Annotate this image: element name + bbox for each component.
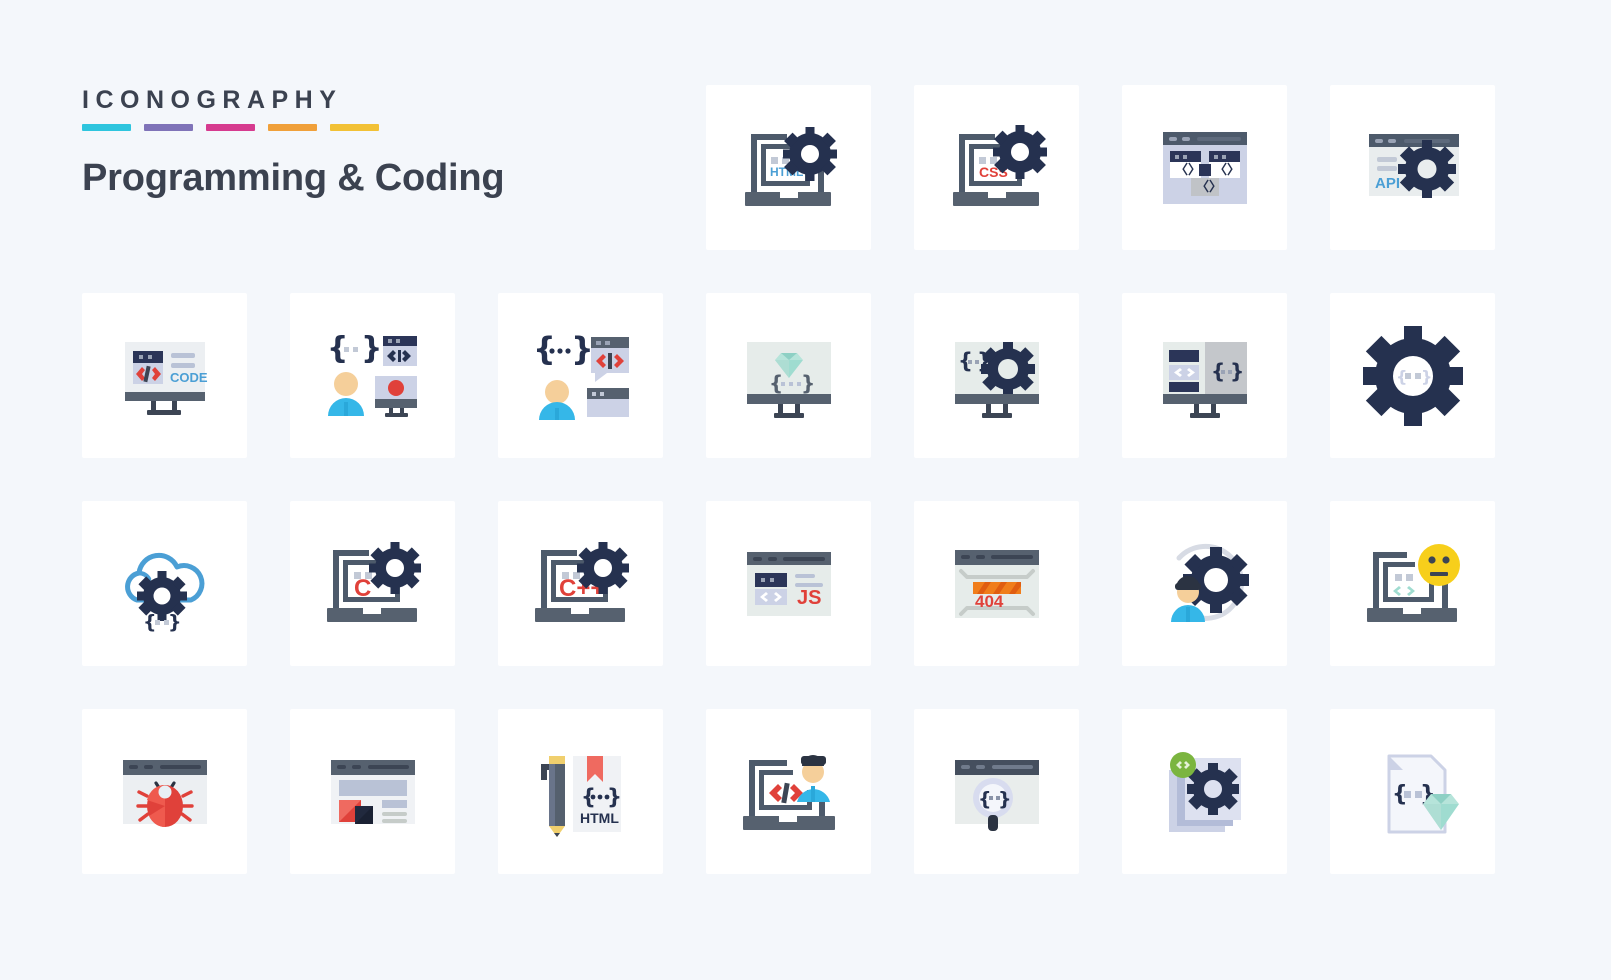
code-settings-monitor-icon: { } bbox=[954, 341, 1039, 418]
empty-slot bbox=[290, 85, 455, 250]
javascript-browser-icon: JS bbox=[746, 551, 831, 616]
ruby-code-file-icon: { } bbox=[1387, 754, 1459, 833]
svg-text:}: } bbox=[361, 331, 382, 366]
icon-cell-neutral-emoji-laptop-code[interactable] bbox=[1330, 501, 1495, 666]
bug-browser-icon bbox=[122, 759, 207, 827]
developer-settings-gear-icon bbox=[1170, 543, 1249, 622]
css-laptop-settings-icon: CSS bbox=[952, 124, 1047, 206]
icon-grid: HTML CSS 〈〉 〈〉 〈〉 API CODE {} {} {} {… bbox=[82, 85, 1530, 917]
neutral-emoji-laptop-code-icon bbox=[1366, 543, 1460, 622]
icon-row-1: HTML CSS 〈〉 〈〉 〈〉 API bbox=[82, 85, 1530, 250]
icon-cell-code-settings-monitor[interactable]: { } bbox=[914, 293, 1079, 458]
svg-text:}: } bbox=[801, 371, 815, 395]
icon-cell-javascript-browser[interactable]: JS bbox=[706, 501, 871, 666]
icon-cell-cloud-code-settings[interactable]: { } bbox=[82, 501, 247, 666]
gear-code-icon: { } bbox=[1362, 325, 1463, 426]
svg-text:HTML: HTML bbox=[580, 810, 619, 826]
svg-text:API: API bbox=[1375, 175, 1400, 192]
icon-cell-cpp-language-laptop[interactable]: C++ bbox=[498, 501, 663, 666]
icon-cell-gear-code[interactable]: { } bbox=[1330, 293, 1495, 458]
c-language-laptop-icon: C bbox=[326, 541, 421, 622]
svg-text:CODE: CODE bbox=[170, 370, 208, 385]
svg-text:〈〉: 〈〉 bbox=[1175, 162, 1201, 178]
icon-cell-code-files-settings[interactable] bbox=[1122, 709, 1287, 874]
icon-cell-browser-code-modules[interactable]: 〈〉 〈〉 〈〉 bbox=[1122, 85, 1287, 250]
empty-slot bbox=[498, 85, 663, 250]
icon-cell-html-laptop-settings[interactable]: HTML bbox=[706, 85, 871, 250]
svg-text:}: } bbox=[1421, 367, 1432, 386]
cloud-code-settings-icon: { } bbox=[124, 552, 204, 633]
svg-text:〈〉: 〈〉 bbox=[1214, 162, 1240, 178]
svg-text:}: } bbox=[571, 330, 594, 368]
icon-cell-c-language-laptop[interactable]: C bbox=[290, 501, 455, 666]
icon-cell-diamond-code-monitor[interactable]: { } bbox=[706, 293, 871, 458]
code-monitor-icon: CODE bbox=[124, 341, 208, 415]
icon-cell-split-code-monitor[interactable]: { } bbox=[1122, 293, 1287, 458]
svg-text:}: } bbox=[998, 788, 1012, 810]
code-files-settings-icon bbox=[1168, 751, 1241, 832]
icon-row-2: CODE { } {} {} {} {} {} bbox=[82, 293, 1530, 458]
icon-row-4: { } HTML {} {} bbox=[82, 709, 1530, 874]
empty-slot bbox=[82, 85, 247, 250]
svg-text:C: C bbox=[354, 575, 371, 602]
svg-text:JS: JS bbox=[797, 587, 821, 609]
icon-cell-developer-settings-gear[interactable] bbox=[1122, 501, 1287, 666]
svg-text:}: } bbox=[168, 611, 182, 633]
icon-cell-code-search-browser[interactable]: { } bbox=[914, 709, 1079, 874]
icon-cell-error-404-browser[interactable]: 404 bbox=[914, 501, 1079, 666]
html-pencil-bookmark-icon: { } HTML bbox=[540, 755, 622, 837]
svg-text:}: } bbox=[607, 785, 622, 809]
error-404-browser-icon: 404 bbox=[954, 549, 1039, 618]
cpp-language-laptop-icon: C++ bbox=[534, 541, 629, 622]
icon-cell-developer-code-monitor[interactable]: { } bbox=[290, 293, 455, 458]
html-laptop-settings-icon: HTML bbox=[744, 126, 837, 206]
svg-text:〈〉: 〈〉 bbox=[1196, 179, 1222, 195]
icon-cell-css-laptop-settings[interactable]: CSS bbox=[914, 85, 1079, 250]
split-code-monitor-icon: { } bbox=[1162, 341, 1247, 418]
diamond-code-monitor-icon: { } bbox=[746, 341, 831, 418]
code-search-browser-icon: { } bbox=[954, 759, 1039, 831]
developer-code-chat-icon: { } bbox=[533, 330, 629, 420]
icon-cell-web-design-browser[interactable] bbox=[290, 709, 455, 874]
icon-cell-html-pencil-bookmark[interactable]: { } HTML bbox=[498, 709, 663, 874]
developer-laptop-code-icon bbox=[742, 754, 835, 830]
svg-text:{: { bbox=[143, 611, 157, 633]
icon-row-3: { } C C++ JS 404 bbox=[82, 501, 1530, 666]
web-design-browser-icon bbox=[330, 759, 415, 824]
icon-cell-api-settings-browser[interactable]: API bbox=[1330, 85, 1495, 250]
icon-cell-ruby-code-file[interactable]: { } bbox=[1330, 709, 1495, 874]
icon-cell-bug-browser[interactable] bbox=[82, 709, 247, 874]
icon-cell-developer-laptop-code[interactable] bbox=[706, 709, 871, 874]
icon-cell-code-monitor[interactable]: CODE bbox=[82, 293, 247, 458]
browser-code-modules-icon: 〈〉 〈〉 〈〉 bbox=[1162, 131, 1247, 204]
developer-code-monitor-icon: { } bbox=[327, 331, 417, 417]
svg-text:}: } bbox=[1230, 359, 1244, 383]
svg-text:404: 404 bbox=[975, 592, 1004, 611]
api-settings-browser-icon: API bbox=[1368, 133, 1459, 198]
icon-cell-developer-code-chat[interactable]: { } bbox=[498, 293, 663, 458]
